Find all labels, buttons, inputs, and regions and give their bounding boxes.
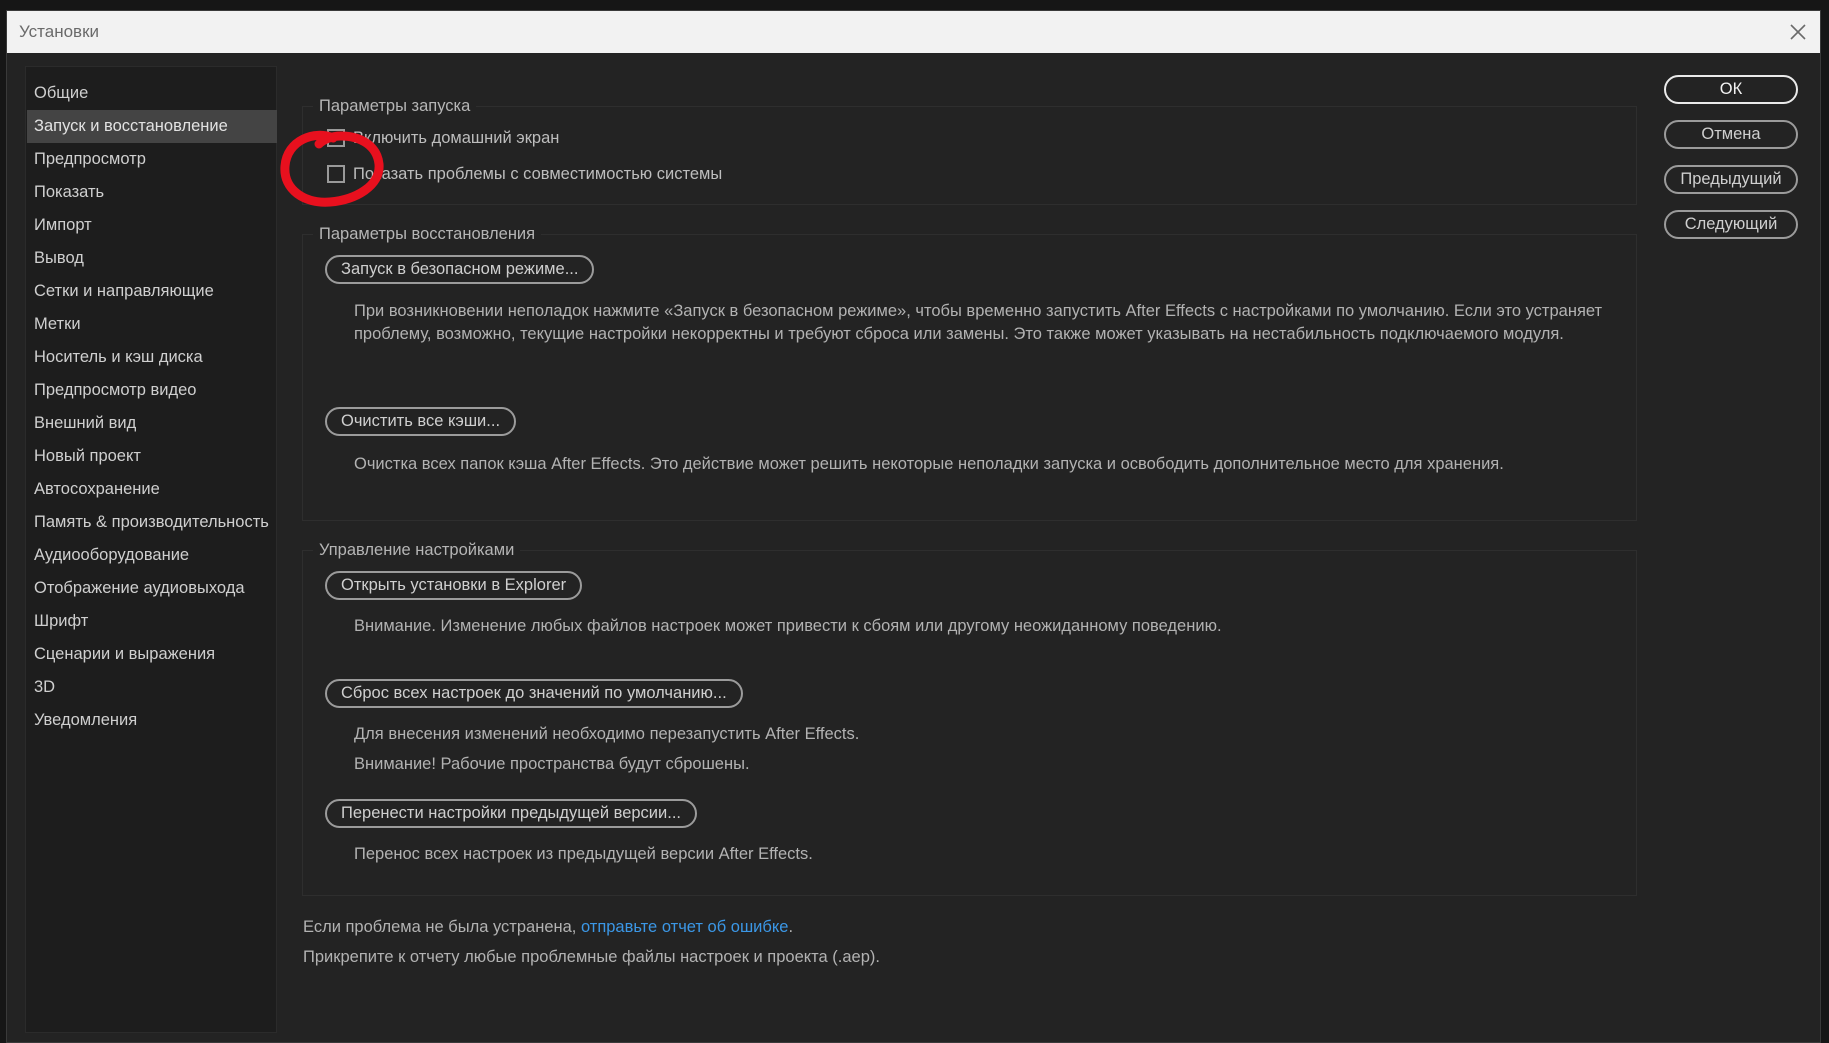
settings-management-title: Управление настройками [313, 539, 521, 561]
clear-caches-description: Очистка всех папок кэша After Effects. Э… [354, 455, 1504, 473]
open-in-explorer-button[interactable]: Открыть установки в Explorer [325, 571, 583, 600]
sidebar-item-general[interactable]: Общие [27, 77, 277, 110]
sidebar-item-scripting-expressions[interactable]: Сценарии и выражения [27, 638, 277, 671]
dialog-title: Установки [19, 22, 100, 41]
sidebar-item-memory-performance[interactable]: Память & производительность [27, 506, 277, 539]
bug-report-line: Если проблема не была устранена, отправь… [303, 916, 793, 938]
sidebar-item-type[interactable]: Шрифт [27, 605, 277, 638]
sidebar-item-appearance[interactable]: Внешний вид [27, 407, 277, 440]
sidebar-item-notifications[interactable]: Уведомления [27, 704, 277, 737]
sidebar-item-audio-output-mapping[interactable]: Отображение аудиовыхода [27, 572, 277, 605]
cancel-button[interactable]: Отмена [1664, 120, 1798, 149]
startup-options-title: Параметры запуска [313, 95, 477, 117]
sidebar-item-import[interactable]: Импорт [27, 209, 277, 242]
reset-preferences-button[interactable]: Сброс всех настроек до значений по умолч… [325, 679, 743, 708]
sidebar-item-output[interactable]: Вывод [27, 242, 277, 275]
safe-mode-button[interactable]: Запуск в безопасном режиме... [325, 255, 595, 284]
sidebar-item-video-preview[interactable]: Предпросмотр видео [27, 374, 277, 407]
sidebar-item-new-project[interactable]: Новый проект [27, 440, 277, 473]
migrate-settings-description: Перенос всех настроек из предыдущей верс… [354, 845, 813, 863]
startup-options-group: Параметры запуска Включить домашний экра… [302, 95, 1637, 205]
home-screen-label: Включить домашний экран [353, 129, 560, 147]
ok-button[interactable]: ОК [1664, 75, 1798, 104]
send-bug-report-link[interactable]: отправьте отчет об ошибке [581, 918, 788, 936]
close-button[interactable] [1784, 18, 1812, 46]
safe-mode-description: При возникновении неполадок нажмите «Зап… [354, 302, 1603, 343]
recovery-options-group: Параметры восстановления Запуск в безопа… [302, 223, 1637, 521]
preferences-sidebar: Общие Запуск и восстановление Предпросмо… [25, 66, 277, 1033]
compat-issues-checkbox[interactable] [327, 165, 345, 183]
bug-report-prefix: Если проблема не была устранена, [303, 918, 581, 936]
sidebar-item-display[interactable]: Показать [27, 176, 277, 209]
sidebar-item-startup-repair[interactable]: Запуск и восстановление [27, 110, 277, 143]
attach-files-note: Прикрепите к отчету любые проблемные фай… [303, 948, 880, 966]
reset-restart-note: Для внесения изменений необходимо переза… [354, 725, 860, 743]
settings-management-group: Управление настройками Открыть установки… [302, 539, 1637, 896]
sidebar-item-3d[interactable]: 3D [27, 671, 277, 704]
sidebar-item-media-disk-cache[interactable]: Носитель и кэш диска [27, 341, 277, 374]
sidebar-item-audio-hardware[interactable]: Аудиооборудование [27, 539, 277, 572]
sidebar-item-labels[interactable]: Метки [27, 308, 277, 341]
clear-caches-button[interactable]: Очистить все кэши... [325, 407, 517, 436]
next-button[interactable]: Следующий [1664, 210, 1798, 239]
previous-button[interactable]: Предыдущий [1664, 165, 1798, 194]
close-icon [1790, 24, 1806, 40]
bug-report-suffix: . [788, 918, 794, 936]
open-in-explorer-description: Внимание. Изменение любых файлов настрое… [354, 617, 1222, 635]
sidebar-item-grids-guides[interactable]: Сетки и направляющие [27, 275, 277, 308]
home-screen-checkbox[interactable] [327, 129, 345, 147]
dialog-titlebar: Установки [7, 11, 1820, 53]
sidebar-item-auto-save[interactable]: Автосохранение [27, 473, 277, 506]
migrate-settings-button[interactable]: Перенести настройки предыдущей версии... [325, 799, 697, 828]
recovery-options-title: Параметры восстановления [313, 223, 542, 245]
compat-issues-label: Показать проблемы с совместимостью систе… [353, 165, 723, 183]
sidebar-item-previews[interactable]: Предпросмотр [27, 143, 277, 176]
reset-workspaces-warning: Внимание! Рабочие пространства будут сбр… [354, 755, 750, 773]
